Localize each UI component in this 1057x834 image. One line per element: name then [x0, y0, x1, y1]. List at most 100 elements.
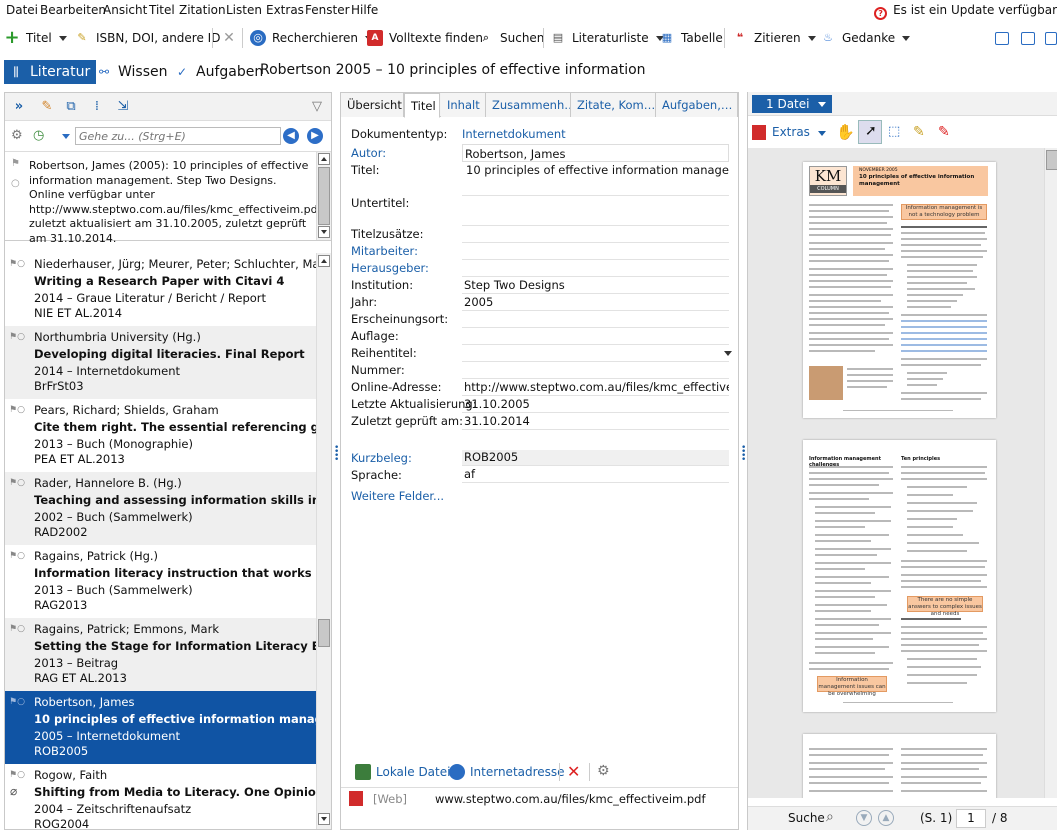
arrow-up-icon[interactable]: ▲: [878, 810, 894, 826]
number-field[interactable]: [462, 363, 729, 379]
checked-field[interactable]: 31.10.2014: [462, 414, 729, 430]
more-fields-link[interactable]: Weitere Felder...: [351, 489, 444, 503]
contributor-label[interactable]: Mitarbeiter:: [351, 244, 418, 258]
tab-context[interactable]: Zusammenh…: [486, 93, 571, 117]
list-item[interactable]: ⚑○ Northumbria University (Hg.) Developi…: [5, 326, 316, 399]
subtitle-field[interactable]: [462, 196, 729, 226]
list-item[interactable]: ⚑○ ⌀ Rogow, Faith Shifting from Media to…: [5, 764, 316, 829]
scroll-thumb[interactable]: [1046, 150, 1057, 170]
search-button[interactable]: ⌕ Suchen: [478, 29, 545, 47]
gear-icon[interactable]: ⚙: [597, 763, 610, 779]
menu-zitation[interactable]: Zitation: [179, 3, 226, 17]
local-file-button[interactable]: Lokale Datei: [355, 764, 450, 780]
menu-titel[interactable]: Titel: [149, 3, 175, 17]
bibliography-button[interactable]: ▤ Literaturliste: [550, 29, 664, 47]
chevron-down-icon[interactable]: [724, 351, 732, 356]
tab-aufgaben[interactable]: ✓ Aufgaben: [170, 60, 269, 84]
search-label[interactable]: Suche: [788, 811, 825, 825]
cite-button[interactable]: ❝ Zitieren: [732, 29, 816, 47]
page-input[interactable]: 1: [956, 809, 986, 828]
list-scrollbar[interactable]: [316, 253, 331, 829]
tab-content[interactable]: Inhalt: [441, 93, 486, 117]
attachment-row[interactable]: [Web] www.steptwo.com.au/files/kmc_effec…: [341, 787, 738, 809]
web-address-button[interactable]: Internetadresse: [449, 764, 565, 780]
research-button[interactable]: ◎ Recherchieren: [250, 29, 374, 47]
institution-field[interactable]: Step Two Designs: [462, 278, 729, 294]
menu-extras[interactable]: Extras: [266, 3, 304, 17]
grid-icon[interactable]: ⁞: [89, 99, 105, 115]
tab-tasks[interactable]: Aufgaben,…: [656, 93, 738, 117]
title-field[interactable]: 10 principles of effective information m…: [462, 162, 729, 196]
year-field[interactable]: 2005: [462, 295, 729, 311]
export-icon[interactable]: ⇲: [115, 99, 131, 115]
scroll-down-icon[interactable]: [318, 813, 330, 825]
area-select-icon[interactable]: ⬚: [888, 124, 900, 139]
thought-button[interactable]: ♨ Gedanke: [820, 29, 911, 47]
edit-icon[interactable]: ✎: [39, 99, 55, 115]
author-field[interactable]: Robertson, James: [462, 144, 729, 162]
right-splitter[interactable]: • • • •: [741, 444, 746, 465]
left-splitter[interactable]: • • • •: [334, 444, 339, 465]
scroll-up-icon[interactable]: [318, 255, 330, 267]
gear-icon[interactable]: ⚙: [11, 128, 23, 143]
menu-hilfe[interactable]: Hilfe: [351, 3, 378, 17]
pdf-page-1[interactable]: KM COLUMN NOVEMBER 2005 10 principles of…: [803, 162, 996, 418]
url-field[interactable]: http://www.steptwo.com.au/files/kmc_effe…: [462, 380, 729, 396]
table-button[interactable]: ▦ Tabelle: [659, 29, 723, 47]
list-item[interactable]: ⚑○ Pears, Richard; Shields, Graham Cite …: [5, 399, 316, 472]
tab-title[interactable]: Titel: [404, 93, 440, 118]
series-dropdown[interactable]: [462, 346, 729, 362]
isbn-doi-button[interactable]: ✎ ISBN, DOI, andere ID: [74, 29, 220, 47]
arrow-left-icon[interactable]: ◀: [283, 128, 299, 144]
contributor-field[interactable]: [462, 244, 729, 260]
chevron-down-icon[interactable]: [818, 131, 826, 136]
edition-field[interactable]: [462, 329, 729, 345]
search-icon[interactable]: ⌕: [826, 809, 834, 825]
author-label[interactable]: Autor:: [351, 146, 386, 160]
layout-left-button[interactable]: [995, 29, 1015, 47]
file-dropdown[interactable]: 1 Datei: [752, 95, 832, 113]
scroll-thumb[interactable]: [318, 619, 330, 647]
filter-icon[interactable]: ▽: [309, 99, 325, 115]
add-title-button[interactable]: + Titel: [4, 29, 67, 47]
expand-icon[interactable]: »: [11, 99, 27, 115]
list-item[interactable]: ⚑○ Niederhauser, Jürg; Meurer, Peter; Sc…: [5, 253, 316, 326]
tab-overview[interactable]: Übersicht: [341, 93, 404, 117]
find-fulltext-button[interactable]: A Volltexte finden: [367, 29, 483, 47]
highlighter-red-icon[interactable]: ✎: [938, 124, 950, 140]
update-notice[interactable]: ? Es ist ein Update verfügbar: [874, 3, 1057, 20]
language-field[interactable]: af: [462, 467, 729, 483]
menu-fenster[interactable]: Fenster: [305, 3, 350, 17]
tab-wissen[interactable]: ⚯ Wissen: [92, 60, 174, 84]
shortref-field[interactable]: ROB2005: [462, 450, 729, 466]
pdf-scrollbar[interactable]: [1044, 148, 1057, 798]
editor-label[interactable]: Herausgeber:: [351, 261, 429, 275]
scroll-down-icon[interactable]: [318, 226, 330, 238]
delete-icon[interactable]: ✕: [567, 762, 580, 781]
copy-icon[interactable]: ⧉: [63, 99, 79, 115]
place-field[interactable]: [462, 312, 729, 328]
menu-datei[interactable]: Datei: [6, 3, 38, 17]
list-item[interactable]: ⚑○ Ragains, Patrick (Hg.) Information li…: [5, 545, 316, 618]
extras-menu[interactable]: Extras: [772, 125, 810, 139]
pdf-page-2[interactable]: Information management challenges Ten pr…: [803, 440, 996, 712]
highlighter-yellow-icon[interactable]: ✎: [913, 124, 925, 140]
menu-bearbeiten[interactable]: Bearbeiten: [40, 3, 106, 17]
updated-field[interactable]: 31.10.2005: [462, 397, 729, 413]
delete-button[interactable]: ✕: [221, 29, 243, 47]
history-icon[interactable]: ◷: [33, 128, 44, 143]
layout-center-button[interactable]: [1021, 29, 1041, 47]
menu-listen[interactable]: Listen: [226, 3, 262, 17]
search-input[interactable]: [75, 127, 281, 145]
scroll-up-icon[interactable]: [318, 153, 330, 165]
arrow-right-icon[interactable]: ▶: [307, 128, 323, 144]
layout-right-button[interactable]: [1045, 29, 1057, 47]
list-item-selected[interactable]: ⚑○ Robertson, James 10 principles of eff…: [5, 691, 316, 764]
preview-scrollbar[interactable]: [316, 152, 331, 240]
tab-literatur[interactable]: ⫼ Literatur: [4, 60, 97, 84]
hand-icon[interactable]: ✋: [836, 123, 855, 141]
chevron-down-icon[interactable]: [62, 134, 70, 139]
scroll-thumb[interactable]: [318, 167, 330, 225]
pdf-page-3[interactable]: [803, 734, 996, 798]
menu-ansicht[interactable]: Ansicht: [103, 3, 147, 17]
